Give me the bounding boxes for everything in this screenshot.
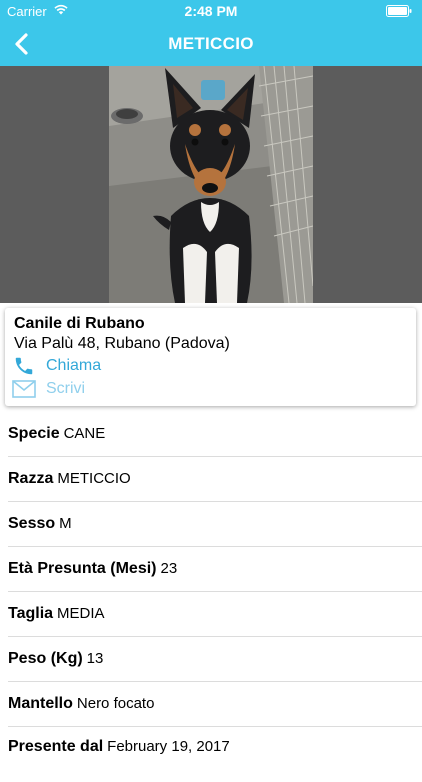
detail-label: Presente dal	[8, 738, 104, 755]
page-title: METICCIO	[168, 34, 254, 53]
detail-value: 23	[160, 560, 178, 577]
battery-icon	[386, 5, 412, 17]
detail-row-sex: Sesso M	[8, 515, 422, 559]
call-label: Chiama	[46, 357, 102, 374]
detail-label: Età Presunta (Mesi)	[8, 560, 157, 577]
detail-label: Specie	[8, 425, 60, 442]
detail-row-since: Presente dal February 19, 2017	[8, 738, 422, 782]
detail-value: MEDIA	[57, 605, 105, 622]
detail-row-age: Età Presunta (Mesi) 23	[8, 560, 422, 604]
shelter-name: Canile di Rubano	[14, 315, 145, 332]
detail-label: Taglia	[8, 605, 54, 622]
divider	[8, 726, 422, 727]
mail-icon	[12, 380, 36, 398]
detail-row-weight: Peso (Kg) 13	[8, 650, 422, 694]
divider	[8, 591, 422, 592]
detail-value: 13	[86, 650, 104, 667]
shelter-address: Via Palù 48, Rubano (Padova)	[14, 335, 230, 352]
phone-icon	[15, 357, 33, 375]
detail-value: February 19, 2017	[107, 738, 230, 755]
shelter-card: Canile di Rubano Via Palù 48, Rubano (Pa…	[5, 308, 416, 406]
divider	[8, 636, 422, 637]
detail-label: Mantello	[8, 695, 73, 712]
detail-value: Nero focato	[76, 695, 155, 712]
divider	[8, 546, 422, 547]
status-bar: Carrier 2:48 PM	[0, 0, 422, 22]
divider	[8, 681, 422, 682]
dog-photo	[109, 66, 313, 303]
detail-value: METICCIO	[57, 470, 131, 487]
detail-label: Peso (Kg)	[8, 650, 83, 667]
top-bar: Carrier 2:48 PM METICCIO	[0, 0, 422, 66]
detail-value: M	[59, 515, 72, 532]
clock: 2:48 PM	[184, 3, 238, 19]
divider	[8, 456, 422, 457]
detail-label: Razza	[8, 470, 54, 487]
detail-row-coat: Mantello Nero focato	[8, 695, 422, 739]
call-button[interactable]: Chiama	[12, 355, 132, 377]
detail-row-size: Taglia MEDIA	[8, 605, 422, 649]
detail-value: CANE	[63, 425, 106, 442]
detail-row-breed: Razza METICCIO	[8, 470, 422, 514]
write-button[interactable]: Scrivi	[12, 378, 132, 400]
divider	[8, 501, 422, 502]
write-label: Scrivi	[46, 380, 86, 397]
detail-label: Sesso	[8, 515, 56, 532]
navigation-bar: METICCIO	[0, 22, 422, 66]
detail-row-species: Specie CANE	[8, 425, 422, 469]
photo-area	[0, 66, 422, 303]
